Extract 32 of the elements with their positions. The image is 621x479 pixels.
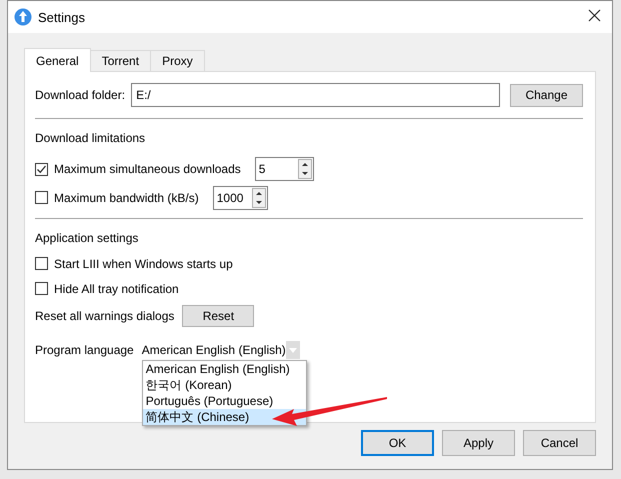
app-icon: [14, 8, 32, 26]
reset-button[interactable]: Reset: [182, 305, 254, 327]
folder-input[interactable]: E:/: [131, 83, 500, 107]
checkbox[interactable]: [35, 162, 48, 176]
checkbox-label: Hide All tray notification: [54, 282, 179, 296]
number-spinner[interactable]: 5: [254, 157, 314, 181]
language-option[interactable]: American English (English): [142, 361, 306, 377]
checkbox[interactable]: [35, 257, 48, 270]
checkbox[interactable]: [35, 191, 48, 204]
language-option[interactable]: 한국어 (Korean): [142, 377, 306, 393]
setting-label: Program language: [35, 343, 134, 357]
close-icon[interactable]: [588, 9, 601, 22]
dialog-button[interactable]: Cancel: [523, 430, 596, 456]
checkbox-label: Maximum simultaneous downloads: [54, 162, 241, 176]
checkbox-label: Maximum bandwidth (kB/s): [54, 190, 199, 204]
window-title: Settings: [38, 10, 85, 24]
field-label: Download folder:: [35, 88, 126, 102]
tab[interactable]: Proxy: [150, 50, 205, 71]
dialog-button[interactable]: Apply: [442, 430, 515, 456]
language-dropdown[interactable]: American English (English): [142, 341, 300, 359]
checkbox-label: Start LIII when Windows starts up: [54, 256, 233, 270]
section-heading: Download limitations: [35, 131, 146, 145]
change-button[interactable]: Change: [510, 84, 583, 106]
caret-icon: [288, 348, 297, 352]
tab[interactable]: General: [24, 48, 91, 72]
dialog-button[interactable]: OK: [361, 430, 434, 456]
checkbox[interactable]: [35, 282, 48, 295]
section-heading: Application settings: [35, 231, 140, 245]
setting-label: Reset all warnings dialogs: [35, 309, 174, 323]
number-spinner[interactable]: 1000: [212, 186, 268, 210]
language-option[interactable]: Português (Portuguese): [142, 393, 306, 409]
language-option[interactable]: 简体中文 (Chinese): [142, 409, 306, 425]
